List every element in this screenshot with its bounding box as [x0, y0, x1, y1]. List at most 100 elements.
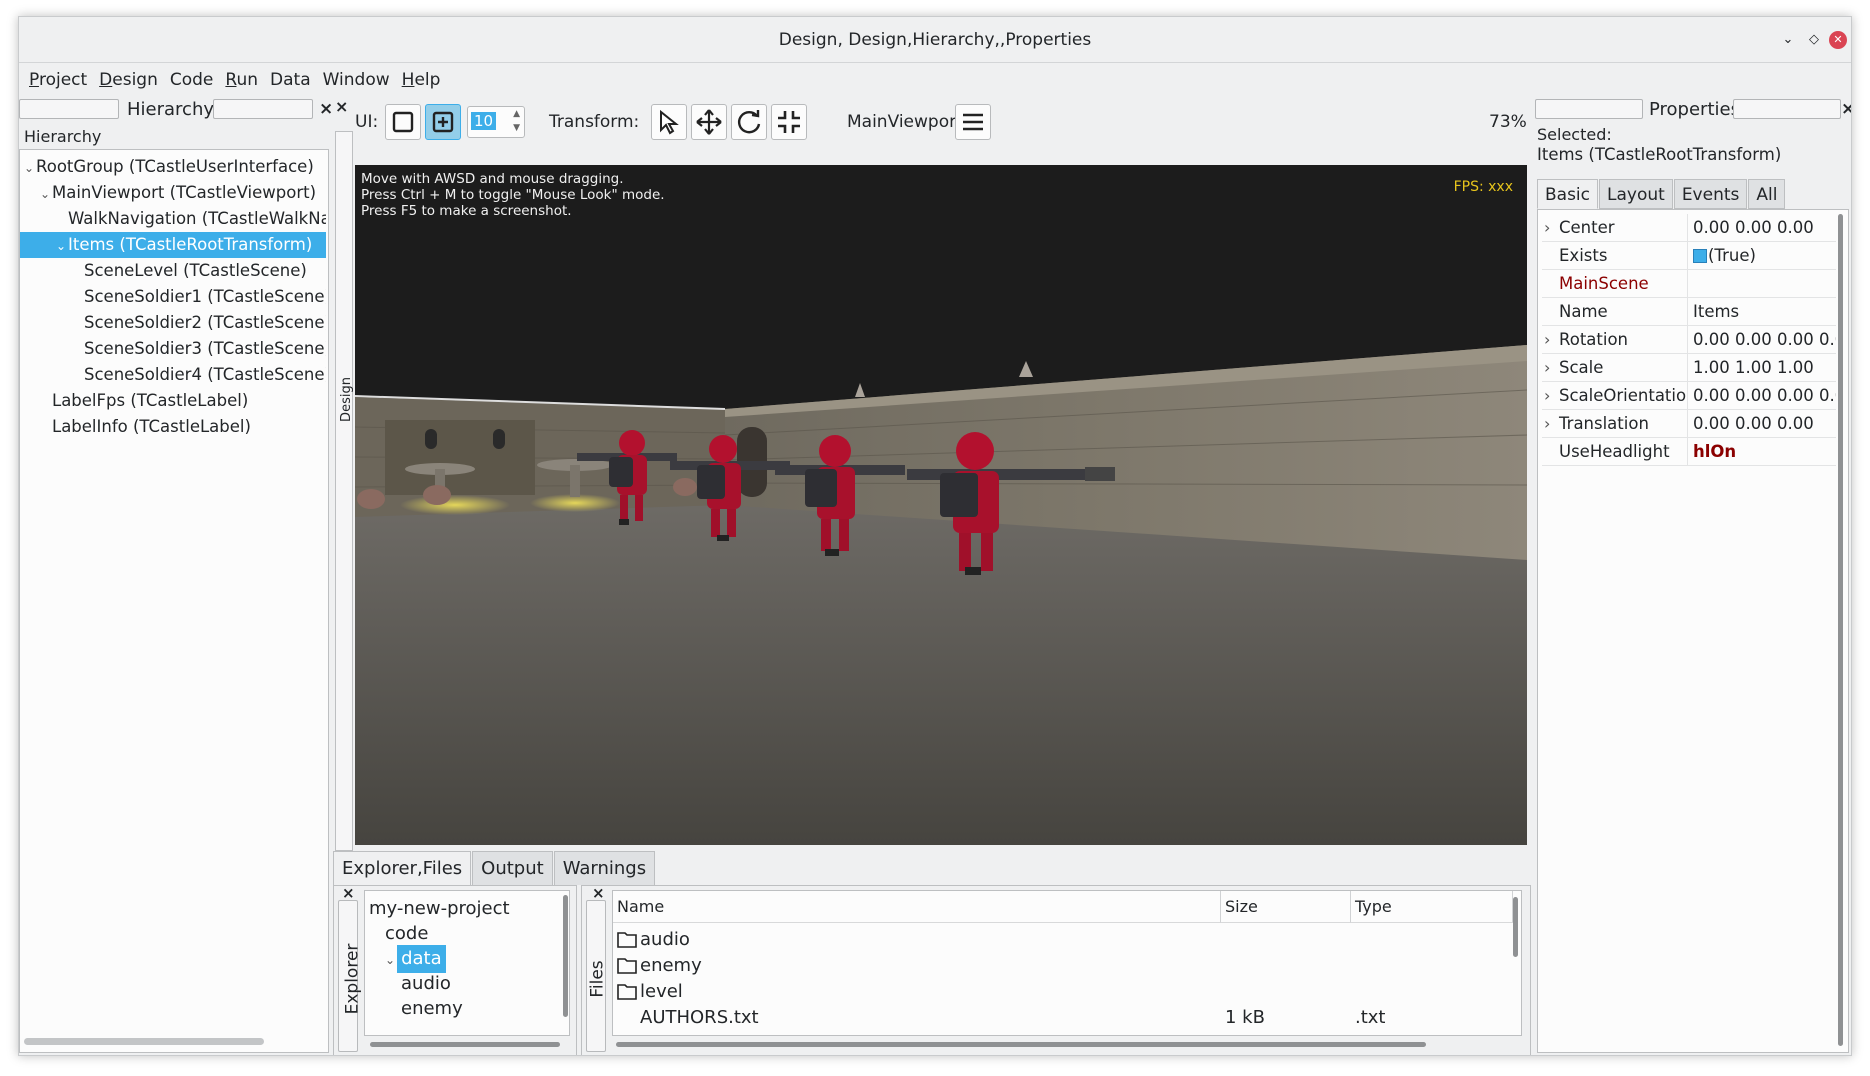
horizontal-scrollbar[interactable]: [616, 1042, 1426, 1047]
ui-add-button[interactable]: [425, 104, 461, 140]
property-value[interactable]: Items: [1690, 298, 1836, 326]
tree-item[interactable]: SceneLevel (TCastleScene): [20, 258, 326, 284]
close-panel-icon[interactable]: ×: [1841, 99, 1852, 119]
property-value[interactable]: 0.00 0.00 0.00: [1690, 410, 1836, 438]
tree-item[interactable]: SceneSoldier1 (TCastleScene): [20, 284, 326, 310]
menu-item-help[interactable]: Help: [396, 63, 447, 95]
dock-grip[interactable]: [1535, 99, 1643, 119]
hierarchy-tree[interactable]: ⌄RootGroup (TCastleUserInterface)⌄MainVi…: [19, 149, 329, 1053]
viewport-menu-button[interactable]: [955, 104, 991, 140]
column-header-type[interactable]: Type: [1351, 891, 1513, 923]
vertical-scrollbar[interactable]: [1838, 214, 1843, 1046]
minimize-icon[interactable]: ⌄: [1779, 31, 1797, 49]
menu-item-data[interactable]: Data: [264, 63, 317, 95]
property-row-exists[interactable]: Exists(True): [1542, 242, 1836, 270]
property-value[interactable]: hlOn: [1690, 438, 1836, 466]
tab-all[interactable]: All: [1748, 179, 1785, 209]
tab-layout[interactable]: Layout: [1599, 179, 1673, 209]
menu-item-code[interactable]: Code: [164, 63, 220, 95]
file-name: enemy: [640, 955, 702, 976]
tree-item-label: SceneSoldier2 (TCastleScene): [84, 313, 326, 332]
dock-grip[interactable]: [213, 99, 313, 119]
tree-item[interactable]: WalkNavigation (TCastleWalkNavigation): [20, 206, 326, 232]
property-row-center[interactable]: ›Center0.00 0.00 0.00: [1542, 214, 1836, 242]
design-dock-tab[interactable]: Design: [335, 131, 353, 851]
menu-mnemonic: R: [225, 70, 236, 90]
tree-item-label: RootGroup (TCastleUserInterface): [36, 157, 314, 176]
menu-item-design[interactable]: Design: [93, 63, 164, 95]
scale-tool-button[interactable]: [771, 104, 807, 140]
explorer-tree[interactable]: my-new-projectcode⌄dataaudioenemy: [364, 890, 570, 1036]
tree-item[interactable]: LabelInfo (TCastleLabel): [20, 414, 326, 440]
property-value[interactable]: 0.00 0.00 0.00: [1690, 214, 1836, 242]
select-tool-button[interactable]: [651, 104, 687, 140]
tree-item-label: SceneSoldier1 (TCastleScene): [84, 287, 326, 306]
expand-chevron-icon[interactable]: ⌄: [385, 953, 395, 967]
menu-label: roject: [39, 70, 87, 90]
tree-item[interactable]: SceneSoldier4 (TCastleScene): [20, 362, 326, 388]
viewport-label: MainViewport:: [847, 112, 969, 132]
files-table[interactable]: Name Size Type audioenemylevelAUTHORS.tx…: [612, 890, 1522, 1036]
tab-events[interactable]: Events: [1674, 179, 1748, 209]
property-row-rotation[interactable]: ›Rotation0.00 0.00 0.00 0.00: [1542, 326, 1836, 354]
property-name: Rotation: [1542, 326, 1688, 354]
files-dock-tab[interactable]: Files: [586, 900, 606, 1052]
tree-item[interactable]: ⌄Items (TCastleRootTransform): [20, 232, 326, 258]
close-icon[interactable]: ✕: [1829, 31, 1847, 49]
vertical-scrollbar[interactable]: [1513, 897, 1518, 957]
explorer-item[interactable]: my-new-project: [369, 895, 510, 923]
horizontal-scrollbar[interactable]: [24, 1038, 264, 1045]
tree-item[interactable]: LabelFps (TCastleLabel): [20, 388, 326, 414]
tree-item[interactable]: ⌄MainViewport (TCastleViewport): [20, 180, 326, 206]
property-row-scale[interactable]: ›Scale1.00 1.00 1.00: [1542, 354, 1836, 382]
property-row-useheadlight[interactable]: UseHeadlighthlOn: [1542, 438, 1836, 466]
property-value[interactable]: 0.00 0.00 0.00 0.00: [1690, 382, 1836, 410]
tree-item[interactable]: SceneSoldier3 (TCastleScene): [20, 336, 326, 362]
column-header-size[interactable]: Size: [1221, 891, 1351, 923]
tab-basic[interactable]: Basic: [1537, 179, 1598, 209]
explorer-dock-tab[interactable]: Explorer: [338, 900, 358, 1052]
tree-item[interactable]: ⌄RootGroup (TCastleUserInterface): [20, 154, 326, 180]
tree-item[interactable]: SceneSoldier2 (TCastleScene): [20, 310, 326, 336]
property-row-mainscene[interactable]: MainScene: [1542, 270, 1836, 298]
property-row-scaleorientation[interactable]: ›ScaleOrientation0.00 0.00 0.00 0.00: [1542, 382, 1836, 410]
explorer-item[interactable]: code: [385, 920, 428, 948]
explorer-item[interactable]: audio: [401, 970, 451, 998]
dock-grip[interactable]: [1733, 99, 1841, 119]
horizontal-scrollbar[interactable]: [370, 1042, 560, 1047]
tab-warnings[interactable]: Warnings: [554, 851, 655, 885]
close-design-icon[interactable]: ×: [335, 97, 348, 116]
menu-item-run[interactable]: Run: [219, 63, 264, 95]
checkbox[interactable]: [1693, 249, 1707, 263]
property-row-name[interactable]: NameItems: [1542, 298, 1836, 326]
property-value[interactable]: (True): [1690, 242, 1836, 270]
spin-down-icon[interactable]: ▼: [513, 123, 520, 133]
property-row-translation[interactable]: ›Translation0.00 0.00 0.00: [1542, 410, 1836, 438]
dock-grip[interactable]: [19, 99, 119, 119]
file-row-name[interactable]: AUTHORS.txt: [617, 1003, 759, 1033]
move-tool-button[interactable]: [691, 104, 727, 140]
maximize-icon[interactable]: ◇: [1805, 31, 1823, 49]
rotate-tool-button[interactable]: [731, 104, 767, 140]
tab-output[interactable]: Output: [472, 851, 553, 885]
expand-chevron-icon[interactable]: ⌄: [22, 155, 36, 180]
expand-chevron-icon[interactable]: ⌄: [54, 233, 68, 258]
menu-item-project[interactable]: Project: [23, 63, 93, 95]
property-grid[interactable]: ›Center0.00 0.00 0.00Exists(True)MainSce…: [1537, 209, 1849, 1053]
ui-select-button[interactable]: [385, 104, 421, 140]
explorer-item[interactable]: enemy: [401, 995, 463, 1023]
file-size: 1 kB: [1225, 1003, 1265, 1033]
snap-spinbox[interactable]: 10 ▲ ▼: [467, 106, 525, 138]
spin-up-icon[interactable]: ▲: [513, 109, 520, 119]
3d-viewport[interactable]: Move with AWSD and mouse dragging. Press…: [355, 165, 1527, 845]
explorer-pane: × Explorer my-new-projectcode⌄dataaudioe…: [333, 885, 577, 1056]
expand-chevron-icon[interactable]: ⌄: [38, 181, 52, 206]
column-header-name[interactable]: Name: [613, 891, 1221, 923]
menu-item-window[interactable]: Window: [317, 63, 396, 95]
explorer-item[interactable]: ⌄data: [385, 945, 446, 973]
tab-explorer-files[interactable]: Explorer,Files: [333, 851, 471, 885]
property-value[interactable]: 0.00 0.00 0.00 0.00: [1690, 326, 1836, 354]
property-value[interactable]: 1.00 1.00 1.00: [1690, 354, 1836, 382]
vertical-scrollbar[interactable]: [563, 895, 568, 1017]
close-panel-icon[interactable]: ×: [319, 99, 333, 119]
